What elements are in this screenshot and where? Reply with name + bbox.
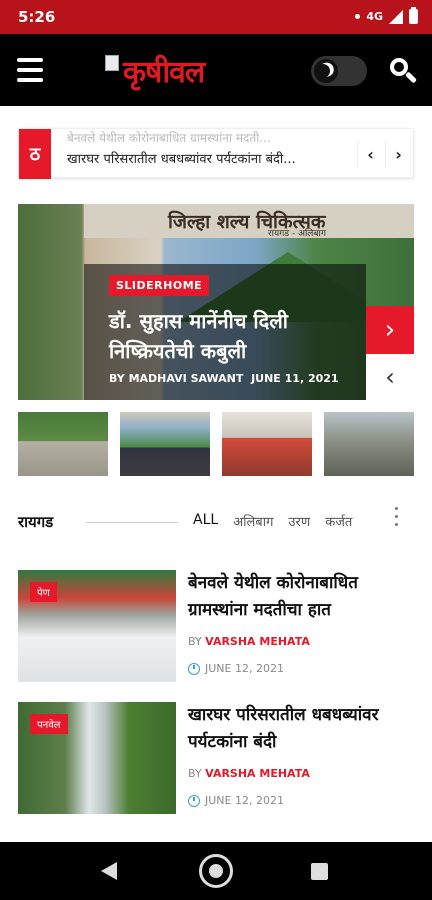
menu-icon[interactable] xyxy=(17,58,43,82)
banner-subtext: रायगड - अलिबाग xyxy=(268,229,326,239)
slider-title[interactable]: डॉ. सुहास मानेंनीच दिली निष्क्रियतेची कब… xyxy=(109,306,349,366)
article-byline: BY VARSHA MEHATA xyxy=(188,635,310,648)
thumbnail-4[interactable] xyxy=(324,412,414,476)
clock-icon xyxy=(188,794,200,807)
byline-prefix: BY xyxy=(109,372,125,385)
article-author[interactable]: VARSHA MEHATA xyxy=(205,635,310,648)
moon-icon xyxy=(314,62,332,80)
tab-karjat[interactable]: कर्जत xyxy=(325,512,352,530)
site-logo[interactable]: कृषीवल xyxy=(105,48,255,92)
recent-apps-icon[interactable] xyxy=(311,863,328,880)
battery-icon xyxy=(409,7,418,24)
dark-mode-toggle[interactable] xyxy=(311,56,367,86)
article-date: JUNE 12, 2021 xyxy=(188,794,284,807)
article-title[interactable]: बेनवले येथील कोरोनाबाधित ग्रामस्थांना मद… xyxy=(188,570,414,624)
more-options-icon[interactable] xyxy=(388,504,404,528)
ticker-next-button[interactable]: › xyxy=(385,141,411,167)
news-ticker: ठ बेनवले येथील कोरोनाबाधित ग्रामस्थांना … xyxy=(18,128,414,179)
ticker-prev-button[interactable]: ‹ xyxy=(357,141,383,167)
article-card[interactable]: पनवेल खारघर परिसरातील धबधब्यांवर पर्यटका… xyxy=(18,702,414,814)
article-title[interactable]: खारघर परिसरातील धबधब्यांवर पर्यटकांना बं… xyxy=(188,702,414,756)
ticker-previous-headline: बेनवले येथील कोरोनाबाधित ग्रामस्थांना मद… xyxy=(67,131,271,145)
app-bar: कृषीवल xyxy=(0,34,432,106)
article-date: JUNE 12, 2021 xyxy=(188,662,284,675)
clock-icon xyxy=(188,662,200,675)
section-tabs: ALL अलिबाग उरण कर्जत xyxy=(193,512,352,530)
tab-alibag[interactable]: अलिबाग xyxy=(233,512,273,530)
thumbnail-3[interactable] xyxy=(222,412,312,476)
thumbnail-2[interactable] xyxy=(120,412,210,476)
active-thumbnail-indicator xyxy=(166,405,180,412)
byline-prefix: BY xyxy=(188,767,202,780)
tab-all[interactable]: ALL xyxy=(193,512,218,530)
search-icon[interactable] xyxy=(388,56,418,86)
logo-text: कृषीवल xyxy=(123,54,205,90)
status-time: 5:26 xyxy=(18,8,56,26)
signal-icon xyxy=(389,9,403,24)
slider-date: JUNE 11, 2021 xyxy=(251,372,339,385)
article-date-text: JUNE 12, 2021 xyxy=(205,662,284,675)
article-card[interactable]: पेण बेनवले येथील कोरोनाबाधित ग्रामस्थांन… xyxy=(18,570,414,682)
slider-prev-button[interactable]: ‹ xyxy=(366,354,414,400)
slider-meta: BY MADHAVI SAWANT JUNE 11, 2021 xyxy=(109,372,339,385)
featured-slider[interactable]: जिल्हा शल्य चिकित्सक रायगड - अलिबाग SLID… xyxy=(18,204,414,400)
ticker-badge: ठ xyxy=(19,129,51,179)
article-author[interactable]: VARSHA MEHATA xyxy=(205,767,310,780)
slider-thumbnails xyxy=(18,405,432,478)
ticker-headline[interactable]: खारघर परिसरातील धबधब्यांवर पर्यटकांना बं… xyxy=(67,149,357,167)
status-bar: 5:26 4G xyxy=(0,0,432,34)
article-date-text: JUNE 12, 2021 xyxy=(205,794,284,807)
article-category-badge[interactable]: पेण xyxy=(30,582,57,602)
home-icon[interactable] xyxy=(199,854,233,888)
section-divider xyxy=(86,522,178,523)
byline-prefix: BY xyxy=(188,635,202,648)
broken-image-icon xyxy=(105,55,119,71)
notification-dot-icon xyxy=(355,14,361,19)
slider-category-badge[interactable]: SLIDERHOME xyxy=(109,275,210,296)
thumbnail-1[interactable] xyxy=(18,412,108,476)
tab-uran[interactable]: उरण xyxy=(288,512,310,530)
system-nav-bar xyxy=(0,842,432,900)
status-icons: 4G xyxy=(355,7,418,24)
article-byline: BY VARSHA MEHATA xyxy=(188,767,310,780)
slider-image-banner: जिल्हा शल्य चिकित्सक रायगड - अलिबाग xyxy=(84,204,414,239)
network-type: 4G xyxy=(366,10,383,23)
back-icon[interactable] xyxy=(101,862,117,880)
slider-next-button[interactable]: › xyxy=(366,306,414,354)
toggle-knob xyxy=(314,59,338,83)
section-header: रायगड ALL अलिबाग उरण कर्जत xyxy=(18,504,414,538)
slider-author[interactable]: MADHAVI SAWANT xyxy=(129,372,244,385)
article-category-badge[interactable]: पनवेल xyxy=(30,714,68,734)
section-title: रायगड xyxy=(18,513,54,531)
